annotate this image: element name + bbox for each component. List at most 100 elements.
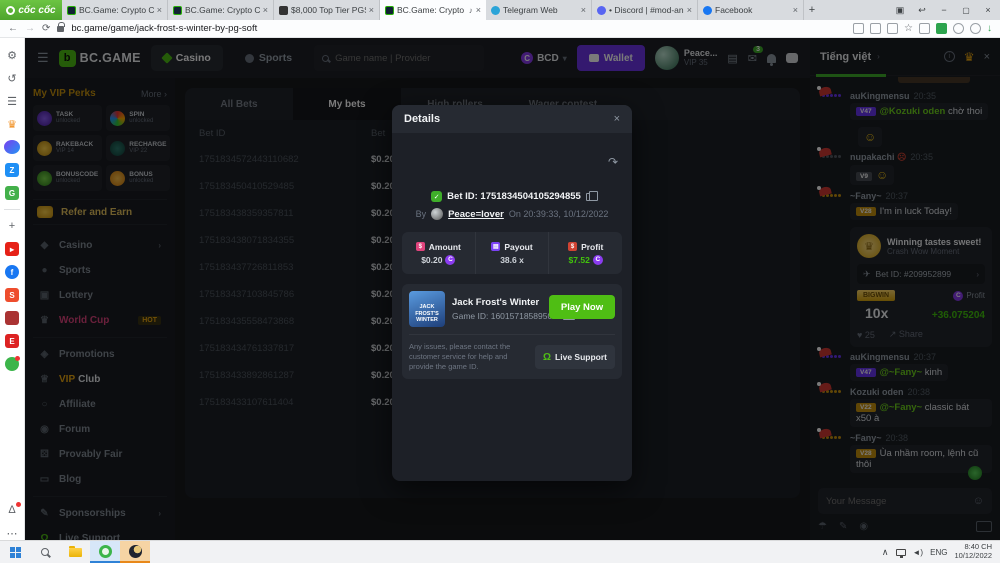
shopee-icon[interactable]: S [5, 288, 19, 302]
card-divider [409, 334, 615, 335]
sidebar-divider [4, 209, 20, 210]
tab-strip: cốc cốc BC.Game: Crypto Casino × BC.Game… [0, 0, 1000, 20]
facebook-icon[interactable]: f [5, 265, 19, 279]
e-app-icon[interactable]: E [5, 334, 19, 348]
messenger-icon[interactable] [4, 140, 20, 154]
crown-icon[interactable]: ♛ [5, 117, 19, 131]
details-modal: Details × ↷ ✓ Bet ID: 175183450410529485… [392, 105, 632, 481]
system-tray: ∧ ◄) ENG 8:40 CH 10/12/2022 [882, 543, 1000, 560]
coin-icon: C [445, 255, 455, 265]
coin-icon: C [593, 255, 603, 265]
address-bar[interactable]: bc.game/game/jack-frost-s-winter-by-pg-s… [71, 23, 846, 34]
payout-icon: ▤ [491, 242, 500, 251]
coccoc-icon [99, 545, 112, 558]
refresh-button[interactable]: ⟳ [42, 23, 50, 34]
tab-telegram[interactable]: Telegram Web × [486, 0, 592, 20]
browser-window: cốc cốc BC.Game: Crypto Casino × BC.Game… [0, 0, 1000, 563]
copy-icon[interactable] [586, 193, 593, 201]
browser-toolbar: ← → ⟳ bc.game/game/jack-frost-s-winter-b… [0, 20, 1000, 38]
back-button[interactable]: ← [8, 23, 18, 34]
modal-close-icon[interactable]: × [614, 113, 620, 125]
brand-label: cốc cốc [18, 5, 55, 16]
file-explorer-button[interactable] [60, 541, 90, 563]
tab-close-icon[interactable]: × [476, 5, 481, 15]
bcgame-page: ☰ b BC.GAME Casino Sports [25, 38, 1000, 540]
send-to-device-icon[interactable] [853, 23, 864, 34]
tab-capture-icon[interactable]: ▣ [890, 1, 910, 19]
wechat-icon[interactable] [5, 357, 19, 371]
bookmark-star-icon[interactable]: ☆ [904, 23, 913, 34]
extensions-icon[interactable] [953, 23, 964, 34]
taskbar-search-button[interactable] [30, 541, 60, 563]
tab-close-icon[interactable]: × [687, 5, 692, 15]
maximize-button[interactable]: ▢ [956, 1, 976, 19]
pinned-app-button[interactable] [120, 541, 150, 563]
folder-icon [69, 548, 82, 557]
share-icon[interactable] [887, 23, 898, 34]
live-support-button[interactable]: Ω Live Support [535, 345, 615, 369]
history-icon[interactable]: ↺ [5, 71, 19, 85]
coccoc-brand-button[interactable]: cốc cốc [0, 0, 62, 20]
coccoc-sidebar: ⚙ ↺ ☰ ♛ Z G + ▸ f S E Δ ⋯ [0, 38, 25, 540]
tab-bcgame-2[interactable]: BC.Game: Crypto Casino × [168, 0, 274, 20]
profile-icon[interactable] [970, 23, 981, 34]
tab-discord[interactable]: • Discord | #mod-ann × [592, 0, 698, 20]
start-button[interactable] [0, 541, 30, 563]
idm-extension-icon[interactable] [936, 23, 947, 34]
tab-facebook[interactable]: Facebook × [698, 0, 804, 20]
more-options-icon[interactable]: ⋯ [5, 526, 19, 540]
downloads-icon[interactable]: ↓ [987, 23, 992, 34]
reading-list-icon[interactable]: ☰ [5, 94, 19, 108]
taskbar-clock[interactable]: 8:40 CH 10/12/2022 [954, 543, 992, 560]
search-icon [41, 548, 49, 556]
tab-pgsoft[interactable]: $8,000 Top Tier PGSoft M × [274, 0, 380, 20]
volume-icon[interactable]: ◄) [913, 548, 924, 557]
play-now-button[interactable]: Play Now [549, 295, 615, 319]
headset-icon: Ω [543, 352, 551, 363]
coccoc-taskbar-button[interactable] [90, 541, 120, 563]
zalo-icon[interactable]: Z [5, 163, 19, 177]
settings-gear-icon[interactable]: ⚙ [5, 48, 19, 62]
app-icon [129, 545, 142, 558]
stat-amount: $Amount $0.20C [402, 232, 476, 274]
add-shortcut-icon[interactable]: + [5, 219, 19, 233]
adblock-shield-icon[interactable] [919, 23, 930, 34]
amount-icon: $ [416, 242, 425, 251]
tab-bcgame-active[interactable]: BC.Game: Crypto Ca ♪ × [380, 0, 486, 20]
padlock-icon[interactable] [57, 26, 64, 32]
minimize-button[interactable]: − [934, 1, 954, 19]
tab-audio-icon[interactable]: ♪ [469, 6, 473, 15]
tab-close-icon[interactable]: × [369, 5, 374, 15]
lazada-icon[interactable] [5, 311, 19, 325]
close-window-button[interactable]: × [978, 1, 998, 19]
verified-shield-icon: ✓ [431, 191, 442, 202]
stat-payout: ▤Payout 38.6 x [476, 232, 550, 274]
bet-timestamp: On 20:39:33, 10/12/2022 [509, 209, 609, 219]
game-id: Game ID: 1601571858950... [452, 311, 559, 321]
player-avatar [431, 208, 443, 220]
youtube-icon[interactable]: ▸ [5, 242, 19, 256]
bet-stats: $Amount $0.20C ▤Payout 38.6 x $Profit $7… [402, 232, 622, 274]
tab-close-icon[interactable]: × [263, 5, 268, 15]
notification-bell-icon[interactable]: Δ [5, 503, 19, 517]
pgsoft-favicon [279, 6, 288, 15]
network-icon[interactable] [896, 549, 906, 556]
tab-bcgame-1[interactable]: BC.Game: Crypto Casino × [62, 0, 168, 20]
tab-close-icon[interactable]: × [157, 5, 162, 15]
restore-tab-icon[interactable]: ↩ [912, 1, 932, 19]
bcgame-favicon [385, 6, 394, 15]
share-arrow-icon[interactable]: ↷ [608, 155, 618, 169]
language-indicator[interactable]: ENG [930, 548, 947, 557]
player-name-link[interactable]: Peace=lover [448, 209, 504, 220]
windows-taskbar: ∧ ◄) ENG 8:40 CH 10/12/2022 [0, 540, 1000, 563]
game-thumbnail[interactable]: JACK FROST'S WINTER [409, 291, 445, 327]
tab-close-icon[interactable]: × [581, 5, 586, 15]
show-hidden-icons[interactable]: ∧ [882, 547, 889, 558]
coccoc-logo-icon [6, 6, 15, 15]
new-tab-button[interactable]: + [804, 0, 820, 20]
bcgame-favicon [173, 6, 182, 15]
games-icon[interactable]: G [5, 186, 19, 200]
forward-button[interactable]: → [25, 23, 35, 34]
tab-close-icon[interactable]: × [793, 5, 798, 15]
translate-icon[interactable] [870, 23, 881, 34]
